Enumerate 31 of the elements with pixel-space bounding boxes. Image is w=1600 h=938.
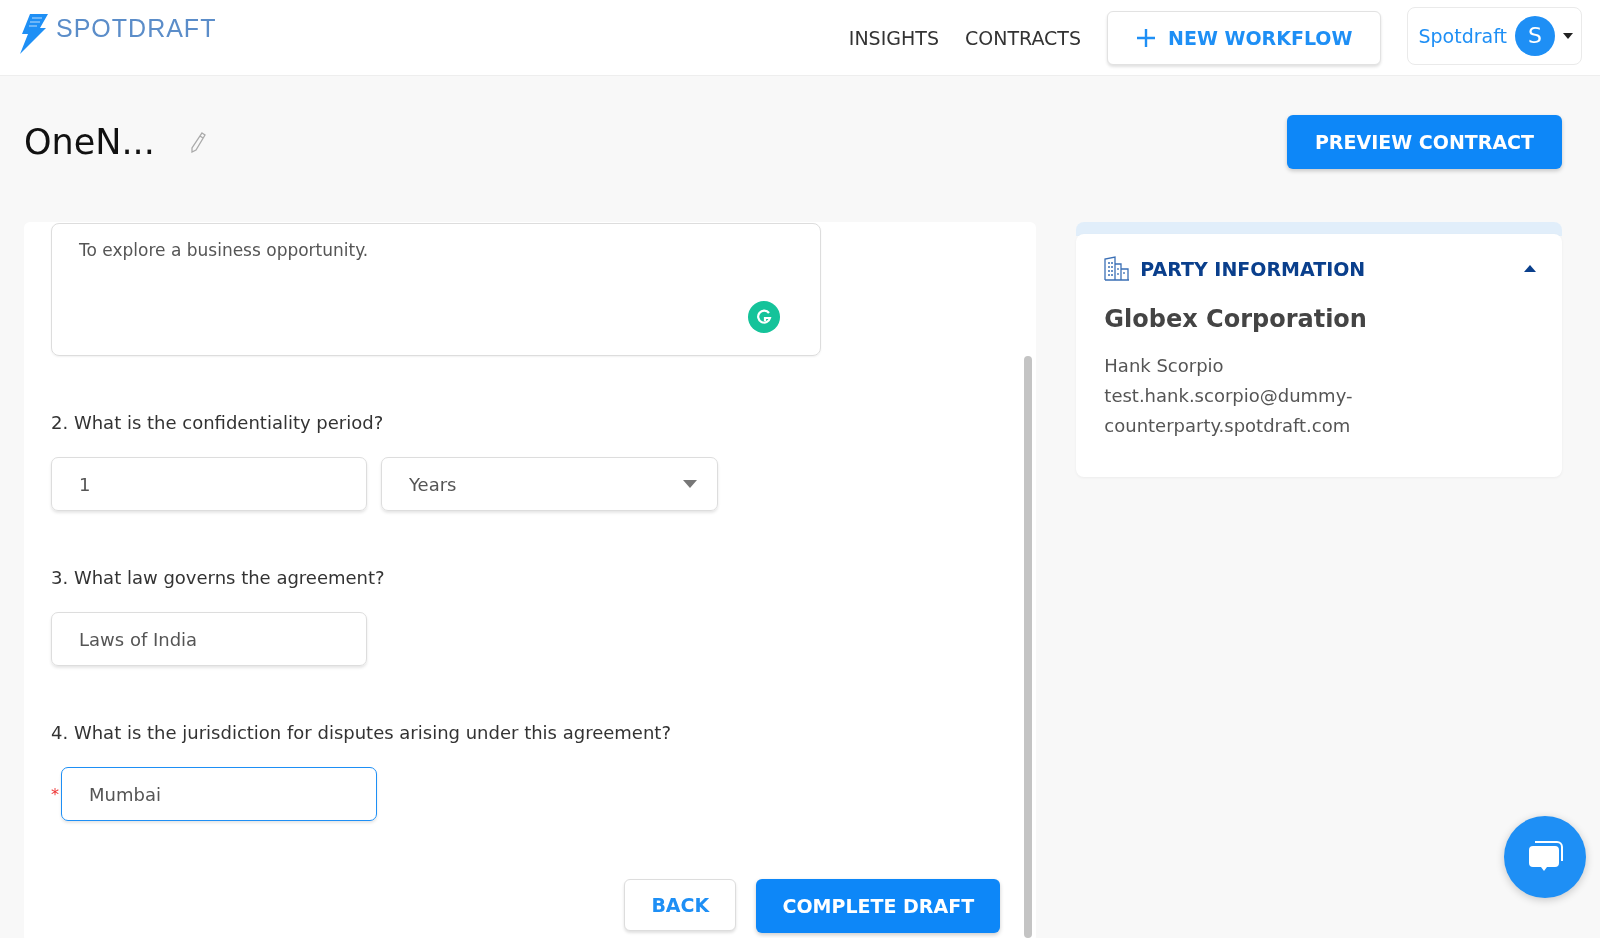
panel-heading: PARTY INFORMATION: [1140, 257, 1367, 280]
required-asterisk: *: [51, 784, 59, 804]
complete-draft-button[interactable]: COMPLETE DRAFT: [756, 879, 1001, 933]
nav-link[interactable]: INSIGHTS: [848, 26, 939, 49]
contact-email: counterparty.spotdraft.com: [1104, 414, 1352, 438]
avatar: S: [1515, 15, 1555, 56]
company-name: Globex Corporation: [1104, 305, 1368, 333]
caret-icon: [1563, 32, 1573, 39]
contract-title: OneN...: [24, 122, 155, 162]
text-input[interactable]: Laws of India: [51, 612, 367, 666]
scrollbar[interactable]: [1024, 356, 1033, 938]
edit-pencil-icon[interactable]: [188, 131, 207, 153]
chat-button[interactable]: [1504, 816, 1586, 898]
building-icon: [1104, 256, 1131, 281]
unit-dropdown[interactable]: Years: [381, 457, 718, 511]
number-input[interactable]: 1: [51, 457, 367, 511]
contact-email: test.hank.scorpio@dummy-: [1104, 384, 1354, 408]
plus-icon: [1136, 27, 1157, 48]
question-label: 2. What is the confidentiality period?: [51, 412, 385, 433]
logo-wordmark: SPOTDRAFT: [56, 14, 217, 43]
lightning-bolt-logo-icon: [18, 14, 50, 54]
answer-textarea[interactable]: To explore a business opportunity.: [51, 223, 821, 356]
grammar-g-icon[interactable]: [748, 301, 780, 333]
question-label: 3. What law governs the agreement?: [51, 567, 386, 588]
dropdown-caret-icon: [683, 480, 697, 488]
contact-name: Hank Scorpio: [1104, 354, 1225, 378]
question-label: 4. What is the jurisdiction for disputes arising under this agreement?: [51, 722, 672, 743]
text-input[interactable]: Mumbai: [61, 767, 377, 821]
preview-contract-button[interactable]: PREVIEW CONTRACT: [1286, 115, 1562, 169]
nav-link[interactable]: CONTRACTS: [964, 26, 1082, 49]
collapse-caret-icon[interactable]: [1524, 265, 1536, 272]
